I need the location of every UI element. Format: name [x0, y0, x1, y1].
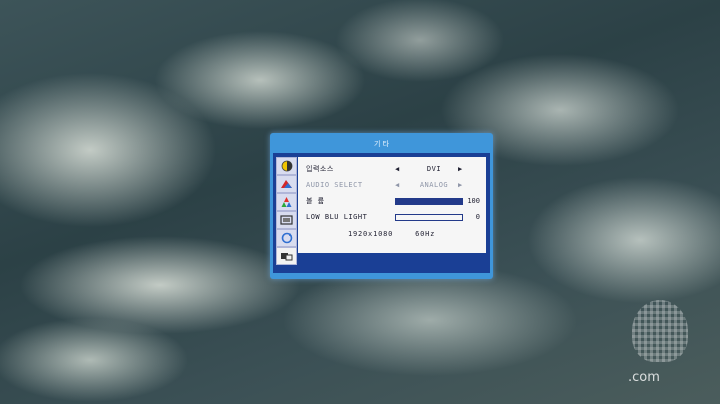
- watermark: .com: [628, 300, 698, 390]
- tab-brightness[interactable]: [276, 157, 297, 175]
- watermark-logo: [632, 300, 688, 362]
- watermark-text: .com: [628, 370, 660, 385]
- color-settings-icon: [280, 193, 293, 212]
- volume-slider-fill: [396, 199, 462, 204]
- tab-reset[interactable]: [276, 229, 297, 247]
- audio-select-label: AUDIO SELECT: [306, 181, 363, 189]
- audio-select-value: ANALOG: [419, 181, 449, 189]
- volume-row[interactable]: 볼 륨 100: [298, 193, 486, 209]
- low-blue-light-label: LOW BLU LIGHT: [306, 213, 368, 221]
- osd-title: 기 타: [373, 140, 390, 148]
- tab-image[interactable]: [276, 175, 297, 193]
- osd-tab-column: [276, 157, 297, 269]
- osd-menu: 기 타 입력소스 ◀ DVI ▶ AUDIO SELECT ◀ ANALOG ▶…: [270, 133, 493, 279]
- volume-value: 100: [467, 197, 480, 205]
- tab-osd[interactable]: [276, 211, 297, 229]
- left-arrow-icon[interactable]: ◀: [395, 161, 399, 177]
- left-arrow-icon[interactable]: ◀: [395, 177, 399, 193]
- tab-other[interactable]: [276, 247, 297, 265]
- signal-info: 1920x1080 60Hz: [348, 230, 457, 238]
- reset-icon: [281, 229, 293, 248]
- osd-display-icon: [280, 211, 293, 230]
- volume-label: 볼 륨: [306, 197, 325, 205]
- tab-color[interactable]: [276, 193, 297, 211]
- audio-select-row[interactable]: AUDIO SELECT ◀ ANALOG ▶: [298, 177, 486, 193]
- input-source-label: 입력소스: [306, 165, 334, 173]
- color-image-icon: [280, 175, 293, 194]
- osd-frame: 입력소스 ◀ DVI ▶ AUDIO SELECT ◀ ANALOG ▶ 볼 륨…: [273, 153, 490, 273]
- resolution-text: 1920x1080: [348, 230, 394, 238]
- refresh-rate-text: 60Hz: [415, 230, 436, 238]
- input-source-value: DVI: [426, 165, 442, 173]
- low-blue-light-slider[interactable]: [395, 214, 463, 221]
- brightness-contrast-icon: [281, 157, 293, 176]
- other-settings-icon: [280, 247, 293, 266]
- right-arrow-icon[interactable]: ▶: [458, 177, 462, 193]
- right-arrow-icon[interactable]: ▶: [458, 161, 462, 177]
- input-source-row[interactable]: 입력소스 ◀ DVI ▶: [298, 161, 486, 177]
- low-blue-light-row[interactable]: LOW BLU LIGHT 0: [298, 209, 486, 225]
- volume-slider[interactable]: [395, 198, 463, 205]
- osd-content-panel: 입력소스 ◀ DVI ▶ AUDIO SELECT ◀ ANALOG ▶ 볼 륨…: [298, 157, 486, 253]
- low-blue-light-value: 0: [475, 213, 480, 221]
